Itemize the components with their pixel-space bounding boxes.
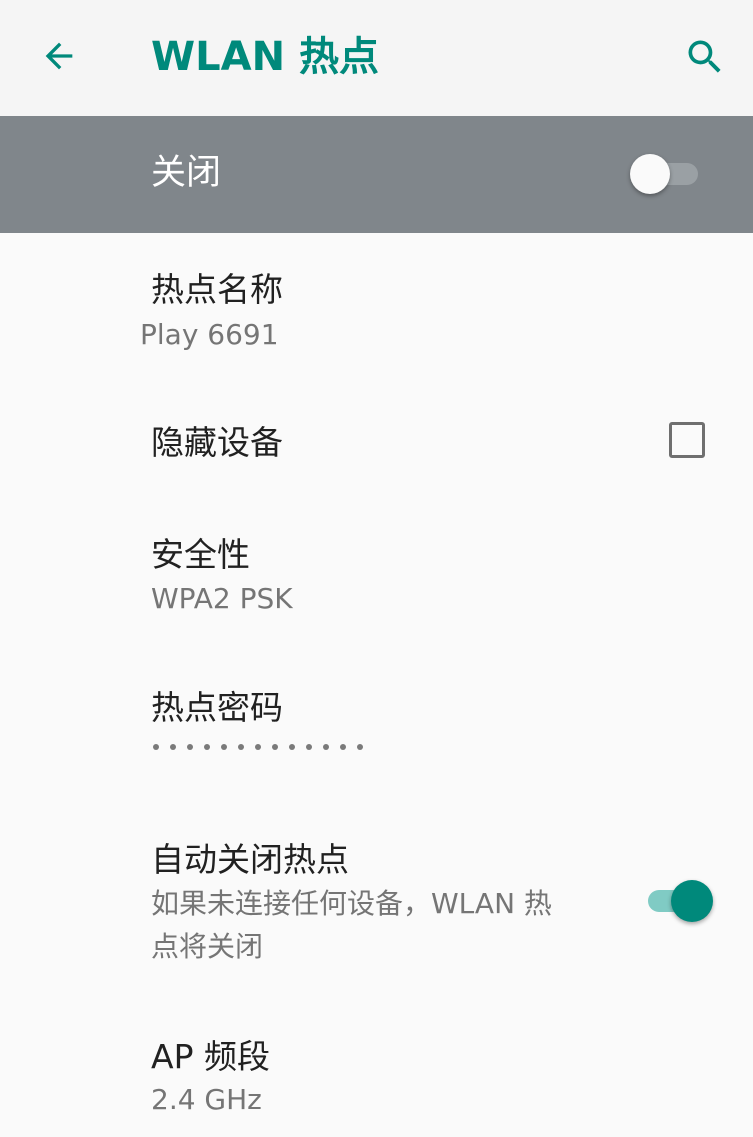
hotspot-password-title: 热点密码 [151,688,283,727]
auto-off-item[interactable]: 自动关闭热点 如果未连接任何设备，WLAN 热 点将关闭 [0,820,753,980]
search-icon [688,40,721,73]
hotspot-password-item[interactable]: 热点密码 [0,660,753,790]
auto-off-summary-line2: 点将关闭 [151,930,264,963]
page-title: WLAN 热点 [151,34,379,80]
ap-band-item[interactable]: AP 频段 2.4 GHz [0,1010,753,1137]
arrow-back-icon [45,42,73,70]
hide-device-item[interactable]: 隐藏设备 [0,385,753,495]
search-button[interactable] [676,28,734,86]
auto-off-title: 自动关闭热点 [151,840,349,879]
ap-band-value: 2.4 GHz [151,1083,262,1116]
master-toggle-switch[interactable] [628,154,702,194]
hide-device-checkbox[interactable] [669,422,705,458]
hide-device-title: 隐藏设备 [151,423,283,462]
hotspot-name-title: 热点名称 [151,270,283,309]
hotspot-name-item[interactable]: 热点名称 Play 6691 [0,233,753,373]
app-bar: WLAN 热点 [0,0,753,116]
ap-band-title: AP 频段 [151,1037,270,1076]
switch-thumb [671,880,713,922]
back-button[interactable] [30,27,88,85]
auto-off-toggle-switch[interactable] [642,878,718,924]
hotspot-name-value: Play 6691 [140,318,279,351]
security-item[interactable]: 安全性 WPA2 PSK [0,505,753,645]
switch-thumb [630,154,670,194]
security-title: 安全性 [151,535,250,574]
master-switch-label: 关闭 [151,153,222,193]
auto-off-summary-line1: 如果未连接任何设备，WLAN 热 [151,887,552,920]
hotspot-password-dots [153,744,363,750]
security-value: WPA2 PSK [151,582,293,615]
master-switch-bar[interactable]: 关闭 [0,116,753,233]
